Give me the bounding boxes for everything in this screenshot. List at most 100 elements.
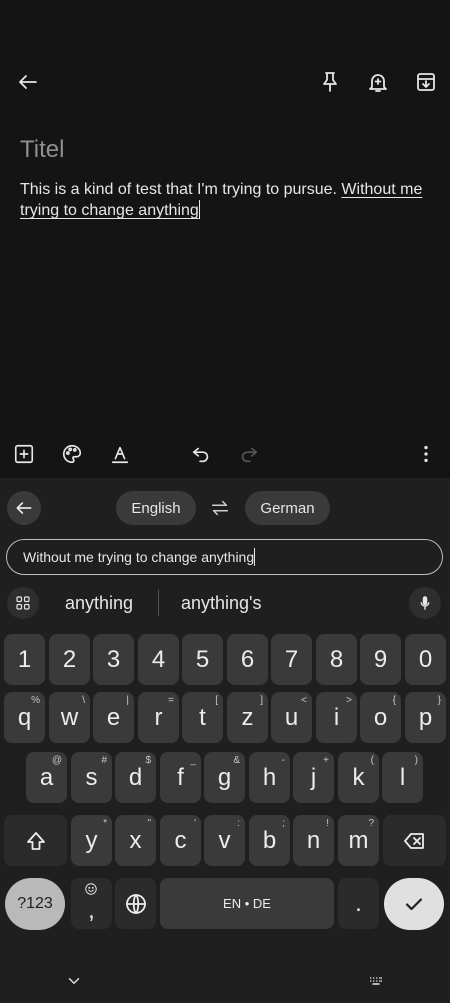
key-label: e — [106, 703, 121, 731]
key-r[interactable]: r = — [138, 692, 179, 743]
space-key[interactable]: EN • DE — [160, 878, 334, 929]
key-q[interactable]: q% — [4, 692, 45, 743]
arrow-left-icon — [16, 502, 32, 514]
key-c[interactable]: c ' — [160, 815, 201, 866]
translate-input[interactable]: Without me trying to change anything — [6, 539, 443, 575]
grid-icon — [16, 596, 30, 610]
key-hint: ] — [260, 695, 263, 706]
close-translate-button[interactable] — [7, 491, 41, 525]
key-g[interactable]: g & — [204, 752, 245, 803]
key-o[interactable]: o{ — [360, 692, 401, 743]
key-h[interactable]: h- — [249, 752, 290, 803]
key-k[interactable]: k( — [338, 752, 379, 803]
keyboard-apps-button[interactable] — [7, 587, 39, 619]
key-n[interactable]: n! — [293, 815, 334, 866]
suggestion-item[interactable]: anything — [65, 593, 133, 614]
key-hint: \ — [82, 695, 85, 706]
swap-languages-button[interactable] — [207, 496, 233, 520]
key-hint: " — [147, 818, 151, 829]
key-label: m — [348, 826, 369, 854]
key-hint: ) — [414, 755, 418, 766]
shift-icon — [26, 831, 45, 850]
key-e[interactable]: e | — [93, 692, 134, 743]
source-language-chip[interactable]: English — [116, 491, 196, 525]
key-7[interactable]: 7 — [271, 634, 312, 685]
key-v[interactable]: v: — [204, 815, 245, 866]
key-u[interactable]: u < — [271, 692, 312, 743]
keyboard-icon — [370, 977, 383, 985]
emoji-icon — [85, 883, 97, 895]
pin-button[interactable] — [310, 62, 350, 102]
suggestion-item[interactable]: anything's — [181, 593, 262, 614]
symbols-key[interactable]: ?123 — [5, 878, 65, 930]
back-button[interactable] — [8, 62, 48, 102]
key-w[interactable]: w \ — [49, 692, 90, 743]
key-i[interactable]: i > — [316, 692, 357, 743]
key-1[interactable]: 1 — [4, 634, 45, 685]
key-2[interactable]: 2 — [49, 634, 90, 685]
hide-keyboard-button[interactable] — [59, 966, 89, 996]
key-9[interactable]: 9 — [360, 634, 401, 685]
archive-button[interactable] — [406, 62, 446, 102]
key-s[interactable]: s # — [71, 752, 112, 803]
arrow-left-icon — [19, 75, 37, 89]
redo-button[interactable] — [229, 434, 269, 474]
translate-input-text: Without me trying to change anything — [23, 549, 255, 565]
navigation-bar — [0, 960, 450, 1003]
key-f[interactable]: f _ — [160, 752, 201, 803]
backspace-icon — [403, 832, 424, 849]
key-label: w — [60, 703, 79, 731]
key-5[interactable]: 5 — [182, 634, 223, 685]
check-icon — [405, 898, 423, 911]
key-hint: | — [126, 695, 129, 706]
key-z[interactable]: z] — [227, 692, 268, 743]
key-j[interactable]: j + — [293, 752, 334, 803]
key-4[interactable]: 4 — [138, 634, 179, 685]
add-content-button[interactable] — [4, 434, 44, 474]
key-label: c — [174, 826, 187, 854]
key-label: , — [88, 896, 95, 924]
key-x[interactable]: x " — [115, 815, 156, 866]
reminder-button[interactable] — [358, 62, 398, 102]
background-color-button[interactable] — [52, 434, 92, 474]
key-d[interactable]: d $ — [115, 752, 156, 803]
keyboard-switch-button[interactable] — [361, 966, 391, 996]
key-3[interactable]: 3 — [93, 634, 134, 685]
enter-key[interactable] — [384, 878, 444, 930]
text-cursor — [254, 548, 256, 566]
key-label: s — [85, 763, 98, 791]
shift-key[interactable] — [4, 815, 67, 866]
key-y[interactable]: y * — [71, 815, 112, 866]
key-b[interactable]: b; — [249, 815, 290, 866]
add-box-icon — [14, 444, 34, 464]
key-m[interactable]: m? — [338, 815, 379, 866]
key-label: v — [218, 826, 231, 854]
period-key[interactable]: . — [338, 878, 379, 929]
key-l[interactable]: l) — [382, 752, 423, 803]
key-a[interactable]: a @ — [26, 752, 67, 803]
key-t[interactable]: t[ — [182, 692, 223, 743]
text-format-icon — [111, 446, 129, 464]
text-format-button[interactable] — [100, 434, 140, 474]
undo-button[interactable] — [181, 434, 221, 474]
note-body-field[interactable]: This is a kind of test that I'm trying t… — [20, 179, 440, 221]
key-label: a — [39, 763, 54, 791]
key-label: o — [373, 703, 388, 731]
key-hint: ; — [282, 818, 285, 829]
key-label: b — [262, 826, 277, 854]
key-label: q — [17, 703, 32, 731]
key-label: j — [310, 763, 317, 791]
key-8[interactable]: 8 — [316, 634, 357, 685]
language-switch-key[interactable] — [115, 878, 156, 929]
key-0[interactable]: 0 — [405, 634, 446, 685]
more-options-button[interactable] — [406, 434, 446, 474]
key-label: g — [217, 763, 232, 791]
backspace-key[interactable] — [383, 815, 446, 866]
target-language-chip[interactable]: German — [245, 491, 330, 525]
comma-emoji-key[interactable]: , — [71, 878, 112, 929]
key-p[interactable]: p} — [405, 692, 446, 743]
note-title-field[interactable]: Titel — [20, 136, 64, 164]
key-6[interactable]: 6 — [227, 634, 268, 685]
voice-input-button[interactable] — [409, 587, 441, 619]
key-label: t — [199, 703, 206, 731]
